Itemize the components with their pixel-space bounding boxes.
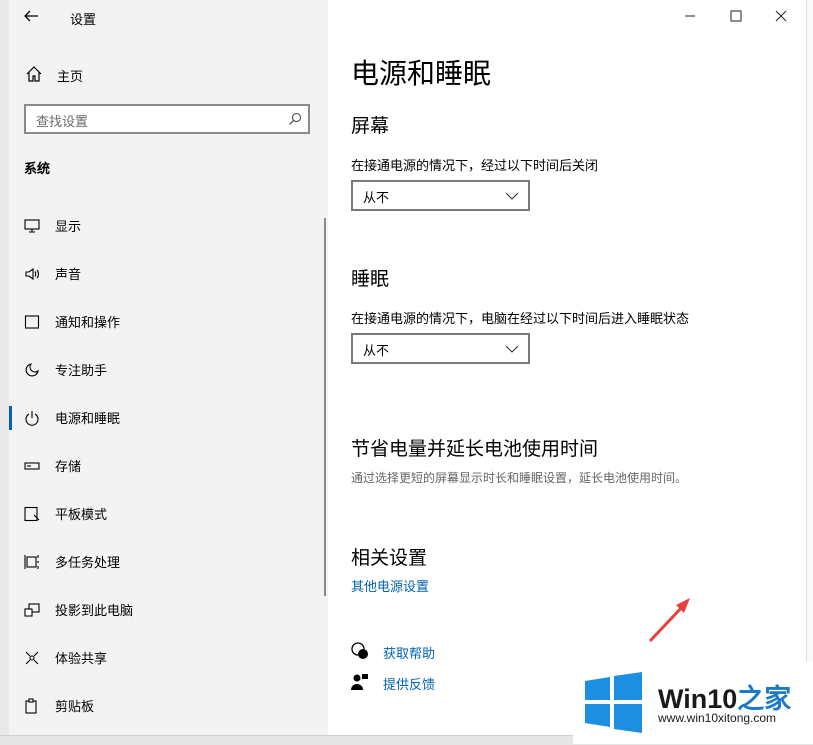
sidebar-item-label: 平板模式 (55, 508, 108, 523)
back-arrow-icon (24, 10, 38, 22)
power-icon (25, 411, 39, 426)
back-button[interactable] (23, 8, 45, 26)
windows-logo (585, 672, 642, 733)
feedback-icon (351, 674, 368, 690)
sidebar-scrollbar[interactable] (324, 218, 326, 596)
home-nav-item[interactable]: 主页 (9, 60, 328, 90)
sidebar-item-label: 电源和睡眠 (55, 412, 121, 427)
app-title: 设置 (70, 13, 97, 28)
tablet-icon (24, 506, 40, 522)
sidebar-item-label: 专注助手 (55, 364, 108, 379)
sidebar-item-storage[interactable]: 存储 (9, 442, 328, 490)
home-label: 主页 (57, 70, 84, 85)
watermark-brand-suffix: 之家 (737, 684, 792, 714)
sleep-dropdown[interactable]: 从不 (351, 333, 530, 364)
additional-power-settings-link[interactable]: 其他电源设置 (351, 576, 429, 595)
battery-description: 通过选择更短的屏幕显示时长和睡眠设置，延长电池使用时间。 (351, 471, 688, 485)
sleep-value: 从不 (363, 344, 390, 359)
search-icon (289, 112, 302, 125)
multitask-icon (24, 555, 39, 569)
sidebar-item-clipboard[interactable]: 剪贴板 (9, 682, 328, 730)
moon-icon (25, 363, 39, 377)
sidebar-item-shared-experiences[interactable]: 体验共享 (9, 634, 328, 682)
main-content: 电源和睡眠 屏幕 在接通电源的情况下，经过以下时间后关闭 从不 睡眠 在接通电源… (328, 0, 806, 735)
notification-icon (24, 315, 40, 329)
share-icon (25, 651, 39, 665)
sidebar-item-label: 存储 (55, 460, 82, 475)
chevron-down-icon (505, 192, 519, 200)
watermark-url: www.win10xitong.com (658, 711, 777, 725)
clipboard-icon (25, 698, 37, 714)
screen-heading: 屏幕 (351, 115, 390, 137)
search-input[interactable]: 查找设置 (24, 104, 310, 134)
get-help-link[interactable]: 获取帮助 (383, 643, 435, 662)
watermark: Win10之家 www.win10xitong.com (573, 661, 813, 744)
watermark-brand-prefix: Win10 (658, 684, 738, 714)
give-feedback-link[interactable]: 提供反馈 (383, 674, 435, 693)
sidebar-item-notifications[interactable]: 通知和操作 (9, 298, 328, 346)
sidebar-item-label: 声音 (55, 268, 82, 283)
close-icon (775, 10, 787, 22)
sidebar-item-label: 体验共享 (55, 652, 108, 667)
project-icon (24, 603, 40, 617)
minimize-button[interactable] (677, 8, 703, 28)
help-icon (351, 642, 368, 659)
sidebar-item-power-sleep[interactable]: 电源和睡眠 (9, 394, 328, 442)
maximize-icon (730, 10, 742, 22)
sidebar-item-tablet-mode[interactable]: 平板模式 (9, 490, 328, 538)
screen-description: 在接通电源的情况下，经过以下时间后关闭 (351, 159, 599, 174)
monitor-icon (24, 219, 40, 233)
home-icon (26, 66, 42, 82)
sidebar-nav: 显示 声音 通知和操作 专注助手 电源和睡眠 存储 平板模式 多任务处理 投影到… (9, 202, 328, 730)
minimize-icon (685, 15, 695, 17)
sidebar: 设置 主页 查找设置 系统 显示 声音 通知和操作 专注助手 电源和睡眠 存储 … (9, 0, 328, 735)
sidebar-item-label: 投影到此电脑 (55, 604, 134, 619)
sleep-heading: 睡眠 (351, 268, 390, 290)
sidebar-item-multitasking[interactable]: 多任务处理 (9, 538, 328, 586)
sidebar-item-label: 通知和操作 (55, 316, 121, 331)
sidebar-item-label: 多任务处理 (55, 556, 121, 571)
background-window-edge-right (806, 0, 813, 744)
sidebar-item-project-to-pc[interactable]: 投影到此电脑 (9, 586, 328, 634)
section-title: 系统 (24, 162, 51, 177)
sidebar-item-display[interactable]: 显示 (9, 202, 328, 250)
related-settings-heading: 相关设置 (351, 547, 428, 569)
search-placeholder: 查找设置 (36, 115, 89, 130)
screen-off-dropdown[interactable]: 从不 (351, 180, 530, 211)
sidebar-item-label: 剪贴板 (55, 700, 95, 715)
sidebar-item-label: 显示 (55, 220, 82, 235)
storage-icon (24, 462, 40, 470)
settings-window: 设置 主页 查找设置 系统 显示 声音 通知和操作 专注助手 电源和睡眠 存储 … (9, 0, 806, 735)
chevron-down-icon (505, 345, 519, 353)
close-button[interactable] (768, 8, 794, 28)
sidebar-item-sound[interactable]: 声音 (9, 250, 328, 298)
page-title: 电源和睡眠 (351, 57, 492, 90)
annotation-arrow (648, 598, 690, 643)
sleep-description: 在接通电源的情况下，电脑在经过以下时间后进入睡眠状态 (351, 312, 690, 327)
screen-off-value: 从不 (363, 191, 390, 206)
sidebar-item-focus-assist[interactable]: 专注助手 (9, 346, 328, 394)
maximize-button[interactable] (723, 8, 749, 28)
speaker-icon (25, 267, 40, 281)
battery-heading: 节省电量并延长电池使用时间 (351, 438, 599, 460)
